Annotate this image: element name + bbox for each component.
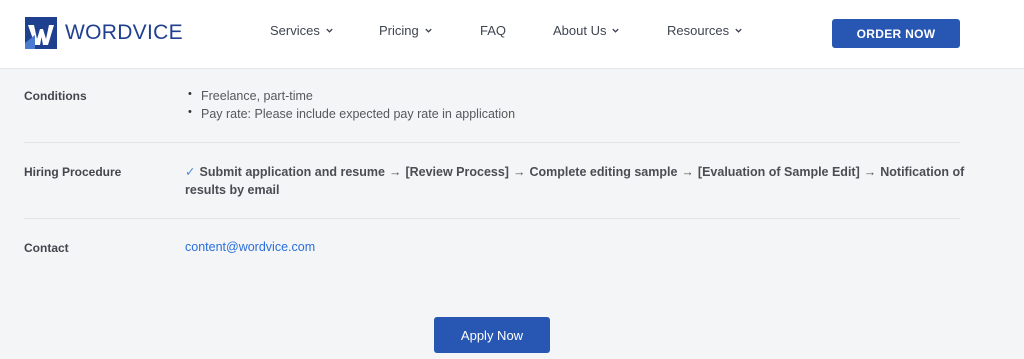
nav-resources-label: Resources [667,23,730,38]
bullet-icon: • [188,88,192,100]
nav-about-us[interactable]: About Us [553,23,620,38]
procedure-step: Complete editing sample [529,165,678,179]
wordvice-logo-mark-icon [25,17,57,49]
arrow-right-icon: → [681,165,694,179]
divider [24,142,960,143]
condition-text: Freelance, part-time [201,89,313,103]
nav-pricing[interactable]: Pricing [379,23,433,38]
arrow-right-icon: → [512,165,526,179]
arrow-right-icon: → [863,165,877,179]
procedure-step: [Review Process] [405,165,509,179]
chevron-down-icon [326,28,333,33]
apply-now-button[interactable]: Apply Now [434,317,550,353]
procedure-step: Submit application and resume [199,165,385,179]
wordvice-logo[interactable]: WORDVICE [25,17,183,49]
nav-services-label: Services [270,23,320,38]
bullet-icon: • [188,106,192,118]
order-now-button[interactable]: ORDER NOW [832,19,960,48]
nav-services[interactable]: Services [270,23,334,38]
site-header: WORDVICE Services Pricing FAQ About Us R… [0,0,1024,68]
nav-faq[interactable]: FAQ [480,23,506,38]
condition-text: Pay rate: Please include expected pay ra… [201,107,516,121]
chevron-down-icon [612,28,620,33]
list-item: • Pay rate: Please include expected pay … [185,105,515,123]
conditions-list: • Freelance, part-time • Pay rate: Pleas… [185,87,515,123]
nav-faq-label: FAQ [480,23,507,38]
nav-resources[interactable]: Resources [667,23,743,38]
hiring-procedure-steps: ✓ Submit application and resume → [Review P… [185,163,965,199]
conditions-label: Conditions [24,89,87,103]
hiring-procedure-label: Hiring Procedure [24,165,122,179]
chevron-down-icon [425,28,432,33]
contact-email-link[interactable]: content@wordvice.com [185,240,315,254]
nav-pricing-label: Pricing [379,23,419,38]
arrow-right-icon: → [388,165,402,179]
contact-label: Contact [24,241,69,255]
chevron-down-icon [735,28,742,33]
list-item: • Freelance, part-time [185,87,515,105]
checkmark-icon: ✓ [185,165,196,179]
divider [24,218,960,219]
procedure-step: [Evaluation of Sample Edit] [697,165,860,179]
nav-about-us-label: About Us [553,23,607,38]
contact-content: content@wordvice.com [185,240,315,254]
logo-text: WORDVICE [65,21,183,44]
